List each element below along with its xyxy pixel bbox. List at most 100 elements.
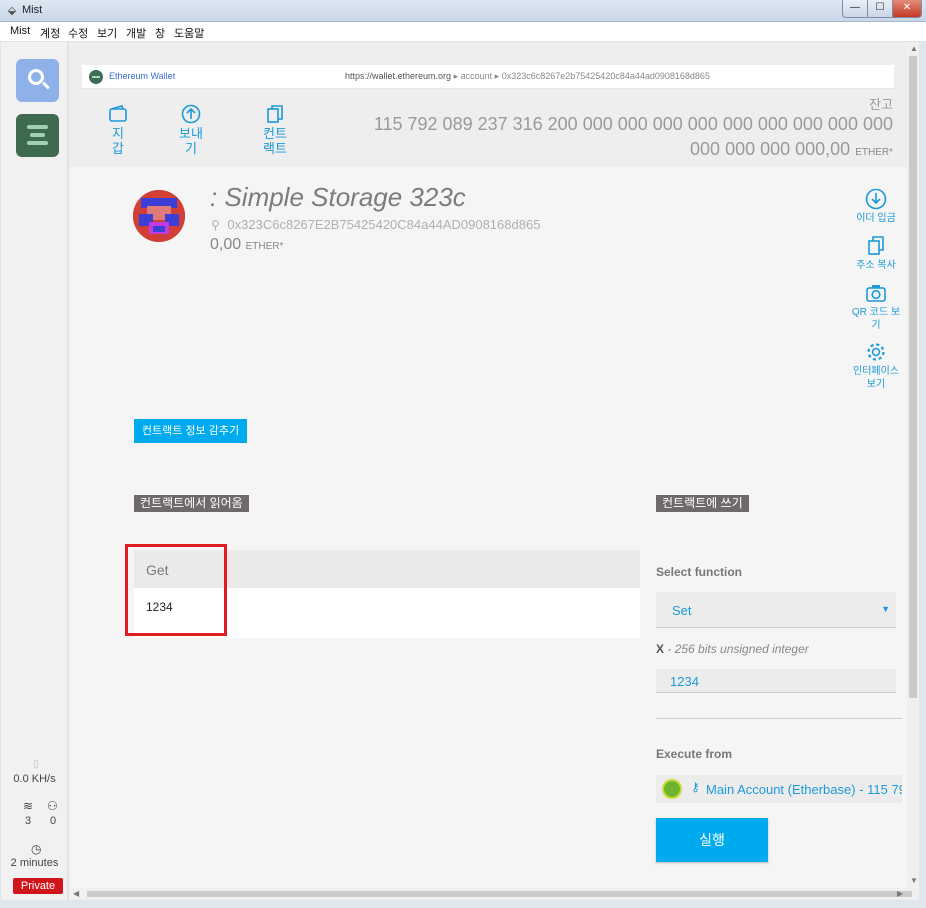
param-x-value: 1234	[670, 674, 699, 689]
copy-icon	[868, 236, 884, 255]
vertical-scroll-thumb[interactable]	[909, 56, 917, 698]
show-interface-button[interactable]: 인터페이스 보기	[843, 341, 907, 391]
scroll-left-icon[interactable]: ◀	[73, 889, 79, 898]
contract-balance: 0,00	[210, 236, 242, 253]
account-identicon	[662, 779, 682, 799]
block-count: 3	[25, 815, 32, 827]
url-breadcrumb: https://wallet.ethereum.org ▸ account ▸ …	[345, 71, 710, 82]
menu-develop[interactable]: 개발	[126, 25, 146, 41]
ethereum-wallet-logo-icon	[89, 70, 103, 84]
section-divider	[656, 718, 902, 719]
menu-mist[interactable]: Mist	[10, 25, 30, 37]
search-icon	[28, 69, 44, 85]
dropdown-caret-icon: ▼	[881, 604, 890, 614]
deposit-label: 이더 입금	[856, 213, 896, 224]
horizontal-scrollbar[interactable]: ◀ ▶	[69, 888, 919, 900]
browse-button[interactable]	[16, 59, 59, 102]
wallet-logo-icon	[27, 125, 48, 129]
menu-account[interactable]: 계정	[40, 25, 60, 41]
peers-icon: ⚇	[47, 799, 58, 813]
menu-bar: Mist 계정 수정 보기 개발 창 도움말	[0, 22, 926, 42]
show-qr-button[interactable]: QR 코드 보 기	[843, 282, 907, 332]
network-badge: Private	[13, 878, 63, 894]
minimize-button[interactable]: —	[842, 0, 868, 18]
contract-identicon	[133, 190, 185, 242]
total-balance: 115 792 089 237 316 200 000 000 000 000 …	[373, 114, 893, 134]
nav-send[interactable]: 보내 기	[166, 104, 216, 156]
wallet-icon	[109, 105, 127, 122]
execute-button[interactable]: 실행	[656, 818, 768, 862]
blocks-icon: ≋	[23, 799, 34, 813]
key-icon: ⚷	[691, 780, 700, 794]
execute-from-select[interactable]: ⚷ Main Account (Etherbase) - 115 792 089…	[656, 775, 902, 803]
hide-contract-info-button[interactable]: 컨트랙트 정보 감추기	[134, 419, 247, 443]
url-host: https://wallet.ethereum.org	[345, 71, 452, 81]
mist-sidebar: ▯ 0.0 KH/s ≋ ⚇ 3 0 ◷ 2 minutes Private	[1, 42, 68, 900]
contract-balance-row: 0,00 ETHER*	[210, 236, 283, 254]
scroll-right-icon[interactable]: ▶	[897, 889, 903, 898]
copy-address-button[interactable]: 주소 복사	[843, 235, 907, 272]
window-titlebar: ⬙ Mist — ☐ ✕	[0, 0, 926, 22]
close-button[interactable]: ✕	[892, 0, 922, 18]
url-path-account: account	[460, 71, 493, 81]
interface-label: 인터페이스 보기	[853, 366, 899, 390]
wallet-logo-bar	[27, 141, 48, 145]
clock-icon: ◷	[31, 842, 42, 856]
identicon-image	[133, 190, 185, 242]
menu-help[interactable]: 도움말	[174, 25, 204, 41]
menu-edit[interactable]: 수정	[68, 25, 88, 41]
contract-title: : Simple Storage 323c	[210, 182, 466, 212]
selected-function: Set	[672, 603, 692, 618]
deposit-ether-button[interactable]: 이더 입금	[843, 188, 907, 225]
menu-view[interactable]: 보기	[97, 25, 117, 41]
param-desc: - 256 bits unsigned integer	[664, 642, 809, 656]
balance-label: 잔고	[869, 97, 893, 112]
total-balance-cont: 000 000 000 000,00 ETHER*	[319, 139, 893, 160]
annotation-highlight	[125, 544, 227, 636]
app-name: Ethereum Wallet	[109, 71, 176, 81]
nav-wallet[interactable]: 지 갑	[93, 104, 143, 156]
select-function-label: Select function	[656, 565, 743, 579]
wallet-header: Ethereum Wallet https://wallet.ethereum.…	[69, 42, 907, 167]
horizontal-scroll-thumb[interactable]	[87, 891, 912, 897]
url-path-address: 0x323c6c8267e2b75425420c84a44ad0908168d8…	[501, 71, 710, 81]
peer-count: 0	[50, 815, 57, 827]
scroll-down-icon[interactable]: ▼	[910, 876, 918, 885]
nav-contracts[interactable]: 컨트 랙트	[250, 104, 300, 156]
wallet-logo-bar	[30, 133, 45, 137]
last-block-time: 2 minutes	[10, 857, 59, 869]
nav-contracts-label: 컨트 랙트	[263, 126, 287, 156]
contract-address-row[interactable]: ⚲ 0x323C6c8267E2B75425420C84a44AD0908168…	[211, 217, 540, 232]
read-section-label: 컨트랙트에서 읽어옴	[134, 495, 249, 512]
balance-unit: ETHER*	[855, 147, 893, 158]
camera-icon	[866, 285, 886, 302]
function-select[interactable]: Set ▼	[656, 592, 896, 628]
maximize-button[interactable]: ☐	[867, 0, 893, 18]
wallet-app-button[interactable]	[16, 114, 59, 157]
send-icon	[181, 104, 201, 124]
gear-icon	[867, 343, 885, 361]
param-name: X	[656, 642, 665, 656]
contract-address: 0x323C6c8267E2B75425420C84a44AD0908168d8…	[227, 217, 541, 232]
execute-from-label: Execute from	[656, 747, 733, 761]
url-bar[interactable]: Ethereum Wallet https://wallet.ethereum.…	[82, 65, 894, 89]
contracts-icon	[267, 105, 283, 123]
url-separator: ▸	[453, 71, 459, 81]
param-x-input[interactable]: 1234	[656, 669, 896, 693]
qr-label: QR 코드 보 기	[851, 307, 901, 331]
vertical-scrollbar[interactable]: ▲ ▼	[907, 42, 919, 888]
window-title: Mist	[22, 4, 43, 16]
nav-send-label: 보내 기	[179, 126, 203, 156]
hashrate: 0.0 KH/s	[13, 773, 56, 785]
wallet-content: Ethereum Wallet https://wallet.ethereum.…	[69, 42, 907, 888]
menu-window[interactable]: 창	[155, 25, 165, 41]
contract-balance-unit: ETHER*	[245, 241, 284, 252]
write-section-label: 컨트랙트에 쓰기	[656, 495, 749, 512]
mining-icon: ▯	[33, 759, 39, 770]
execute-from-account: Main Account (Etherbase) - 115 792 089 2…	[706, 782, 902, 797]
app-icon: ⬙	[7, 5, 17, 17]
scroll-up-icon[interactable]: ▲	[910, 44, 918, 53]
param-label: X - 256 bits unsigned integer	[656, 642, 809, 656]
key-icon: ⚲	[211, 218, 220, 232]
nav-wallet-label: 지 갑	[112, 126, 124, 156]
